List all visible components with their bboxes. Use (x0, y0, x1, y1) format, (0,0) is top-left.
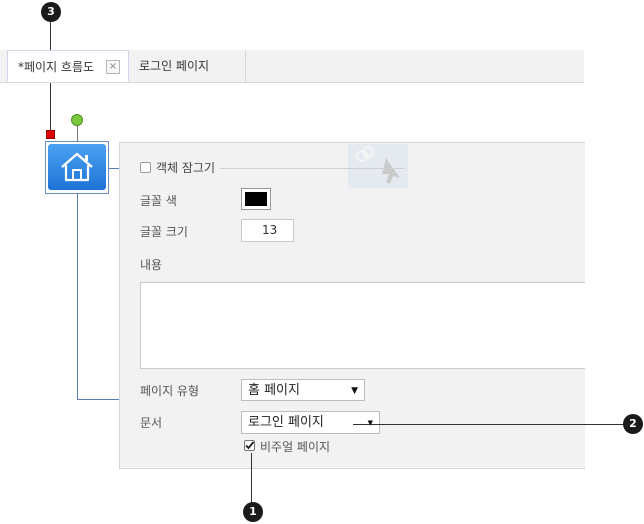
page-type-label: 페이지 유형 (140, 384, 200, 398)
content-label: 내용 (140, 258, 163, 272)
callout-2-leader (353, 424, 623, 425)
node-to-panel-line (109, 168, 119, 169)
font-color-label: 글꼴 색 (140, 194, 177, 208)
page-type-value: 홈 페이지 (248, 383, 300, 398)
chevron-down-icon: ▼ (351, 386, 358, 396)
page-type-select[interactable]: 홈 페이지 ▼ (241, 379, 365, 401)
lock-object-checkbox[interactable] (140, 162, 151, 173)
font-size-input[interactable]: 13 (241, 219, 294, 242)
document-value: 로그인 페이지 (248, 415, 324, 430)
callout-3: 3 (41, 2, 61, 22)
callout-1: 1 (243, 502, 263, 522)
tab-bar: *페이지 흐름도 × 로그인 페이지 (0, 50, 584, 83)
rotate-handle[interactable] (71, 114, 83, 126)
document-label: 문서 (140, 416, 163, 430)
node-down-line (77, 194, 78, 400)
check-icon (245, 441, 255, 450)
font-color-swatch (245, 192, 267, 206)
lock-object-label: 객체 잠그기 (156, 161, 216, 175)
resize-handle[interactable] (46, 130, 55, 139)
tab-page-flow-label: *페이지 흐름도 (18, 60, 95, 74)
font-color-picker[interactable] (241, 188, 271, 210)
chevron-down-icon: ▼ (367, 419, 373, 427)
tab-login-page[interactable]: 로그인 페이지 (129, 50, 246, 82)
visual-page-checkbox[interactable] (244, 440, 255, 451)
font-size-value: 13 (262, 223, 278, 237)
tab-login-page-label: 로그인 페이지 (139, 59, 210, 73)
handle-connector (77, 125, 78, 142)
content-textarea[interactable] (140, 282, 585, 369)
callout-1-leader (251, 453, 252, 503)
font-size-label: 글꼴 크기 (140, 225, 188, 239)
tab-page-flow[interactable]: *페이지 흐름도 × (7, 50, 129, 82)
visual-page-label: 비주얼 페이지 (260, 440, 331, 454)
node-to-page-type-line (77, 399, 119, 400)
home-icon (61, 152, 93, 182)
link-cursor-icon (348, 144, 408, 188)
home-page-node[interactable] (48, 144, 106, 190)
panel-separator (220, 168, 405, 169)
document-select[interactable]: 로그인 페이지 ▼ (241, 411, 380, 434)
callout-2: 2 (623, 414, 643, 434)
close-icon[interactable]: × (106, 60, 120, 74)
